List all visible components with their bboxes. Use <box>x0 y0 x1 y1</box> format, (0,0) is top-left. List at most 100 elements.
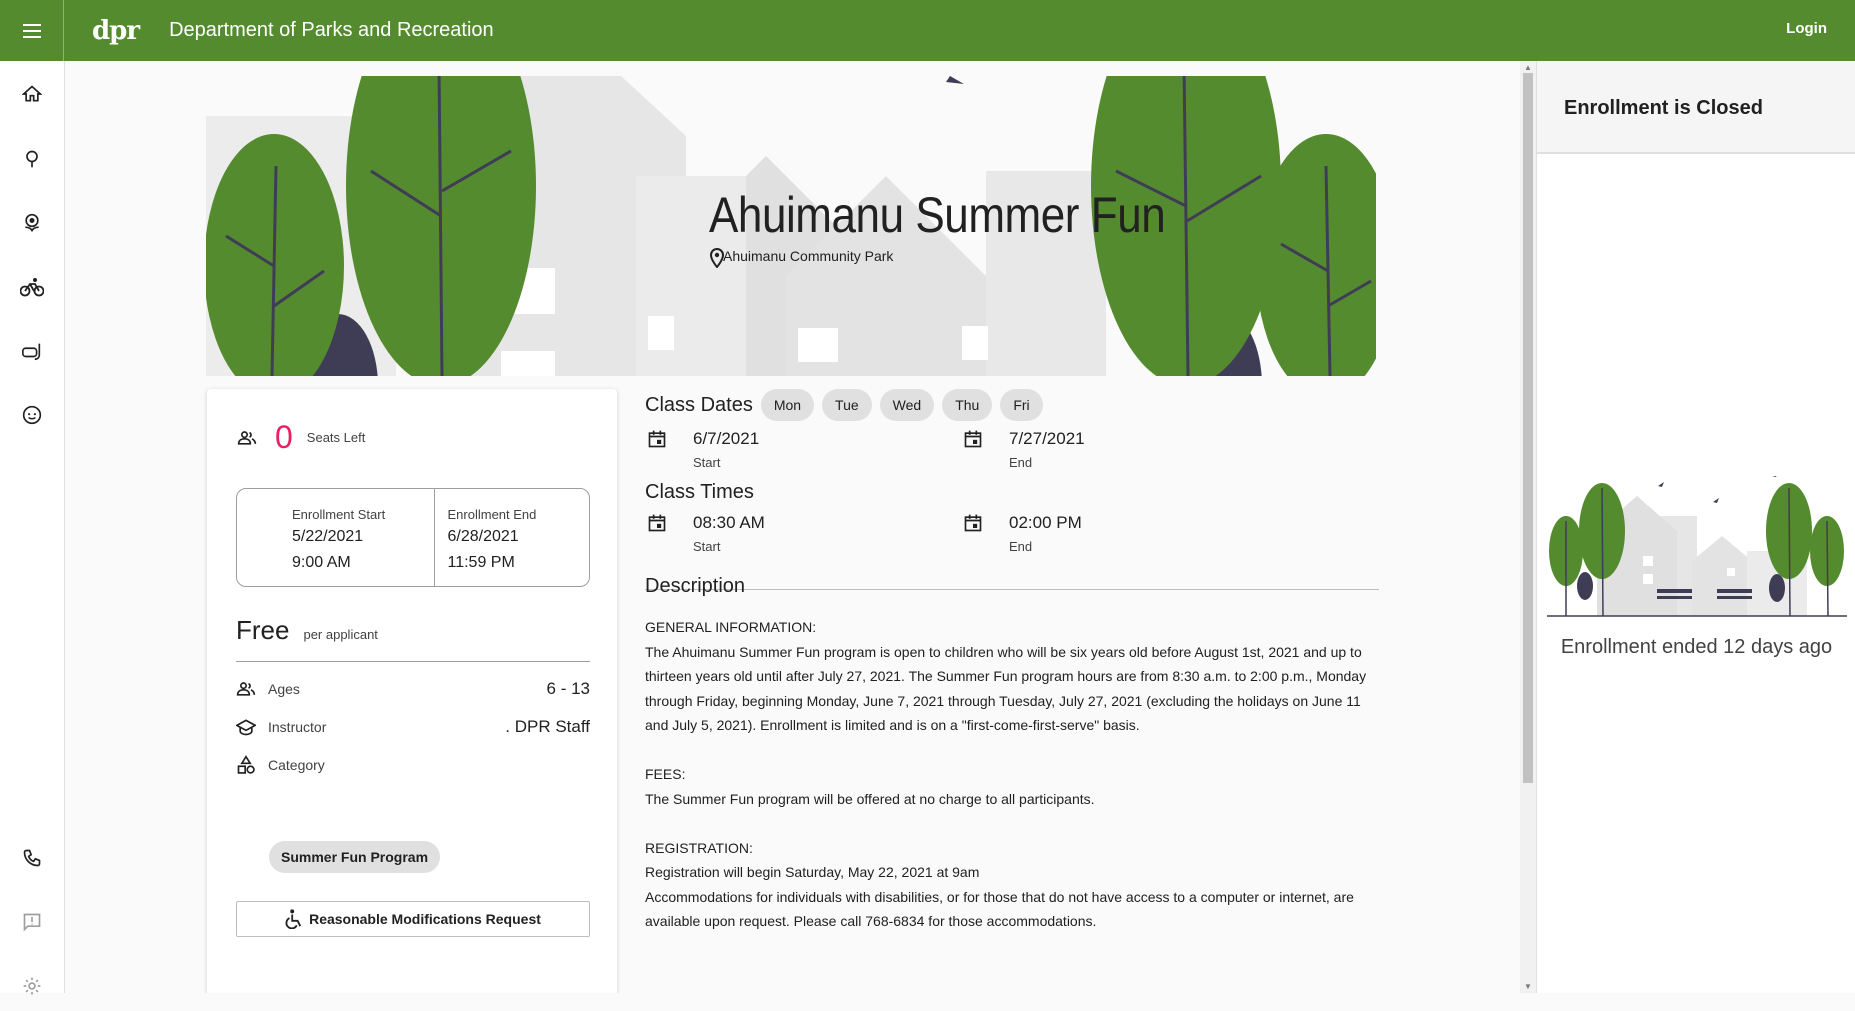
enrollment-ended-message: Enrollment ended 12 days ago <box>1560 636 1833 658</box>
start-date: 6/7/2021 Start <box>645 429 759 470</box>
day-chip-tue: Tue <box>822 389 872 421</box>
people-icon <box>236 682 256 696</box>
calendar-icon <box>964 514 982 532</box>
rail-cycling[interactable] <box>0 262 64 312</box>
top-app-bar: dpr Department of Parks and Recreation L… <box>0 0 1855 61</box>
rail-kids[interactable] <box>0 390 64 440</box>
rail-settings[interactable] <box>0 961 64 1011</box>
seats-label: Seats Left <box>306 430 366 445</box>
calendar-icon <box>964 430 982 448</box>
category-row: Category <box>236 755 590 775</box>
accessible-icon <box>285 909 302 929</box>
enrollment-panel: Enrollment is Closed Enrollment ended 12… <box>1536 61 1855 993</box>
description-title: Description <box>645 575 746 597</box>
tree-icon <box>26 150 38 168</box>
price-unit: per applicant <box>303 627 378 642</box>
enrollment-start-label: Enrollment Start <box>292 507 386 522</box>
end-date: 7/27/2021 End <box>961 429 1085 470</box>
enrollment-start-date: 5/22/2021 <box>292 528 364 545</box>
phone-icon <box>23 849 41 867</box>
rail-feedback[interactable] <box>0 897 64 947</box>
main-scrollbar[interactable]: ▲ ▼ <box>1520 61 1536 993</box>
end-date-value: 7/27/2021 <box>1009 429 1085 448</box>
end-date-label: End <box>1009 455 1033 470</box>
program-info-card: 0 Seats Left Enrollment Start 5/22/2021 … <box>207 389 617 993</box>
bike-icon <box>20 278 44 297</box>
scroll-down-arrow-icon[interactable]: ▼ <box>1524 982 1532 991</box>
seats-left: 0 Seats Left <box>237 419 365 456</box>
rail-contact[interactable] <box>0 833 64 883</box>
feedback-icon <box>23 913 41 932</box>
start-time-label: Start <box>693 539 721 554</box>
ages-value: 6 - 13 <box>546 679 590 698</box>
start-time: 08:30 AM Start <box>645 513 765 554</box>
class-times-title: Class Times <box>645 481 754 503</box>
location-pin-icon <box>709 248 725 268</box>
class-dates-title: Class Dates <box>645 393 753 416</box>
home-icon <box>22 85 42 102</box>
hero-banner: Ahuimanu Summer Fun Ahuimanu Community P… <box>206 76 1376 376</box>
program-title: Ahuimanu Summer Fun <box>709 187 1166 243</box>
description-line <box>645 811 1379 836</box>
price: Free per applicant <box>236 615 378 646</box>
instructor-label: Instructor <box>268 719 327 735</box>
menu-button[interactable] <box>0 0 64 61</box>
main-content: Ahuimanu Summer Fun Ahuimanu Community P… <box>65 61 1520 993</box>
category-icon <box>237 755 255 774</box>
enrollment-start-time: 9:00 AM <box>292 554 351 571</box>
end-time-value: 02:00 PM <box>1009 513 1082 532</box>
day-chip-mon: Mon <box>760 389 815 421</box>
end-time: 02:00 PM End <box>961 513 1082 554</box>
ages-row: Ages 6 - 13 <box>236 679 590 699</box>
ages-label: Ages <box>268 681 300 697</box>
calendar-icon <box>648 514 666 532</box>
location-text[interactable]: Ahuimanu Community Park <box>723 248 893 264</box>
rail-home[interactable] <box>0 69 64 119</box>
calendar-icon <box>648 430 666 448</box>
day-chip-fri: Fri <box>1000 389 1043 421</box>
enrollment-end-label: Enrollment End <box>447 507 537 522</box>
child-face-icon <box>22 405 42 425</box>
details-divider <box>645 589 1379 590</box>
start-date-label: Start <box>693 455 721 470</box>
description-body: GENERAL INFORMATION: The Ahuimanu Summer… <box>645 615 1379 934</box>
enrollment-end-date: 6/28/2021 <box>447 528 519 545</box>
program-location: Ahuimanu Community Park <box>709 248 893 268</box>
description-line: REGISTRATION: <box>645 839 753 856</box>
rail-parks[interactable] <box>0 134 64 184</box>
rail-gardens[interactable] <box>0 198 64 248</box>
scrollbar-thumb[interactable] <box>1523 73 1533 783</box>
price-value: Free <box>236 615 290 645</box>
description-line: The Ahuimanu Summer Fun program is open … <box>645 643 1370 734</box>
people-icon <box>237 430 257 445</box>
rail-aquatics[interactable] <box>0 326 64 376</box>
enrollment-end: Enrollment End 6/28/2021 11:59 PM <box>433 489 590 586</box>
enrollment-panel-header: Enrollment is Closed <box>1537 61 1855 154</box>
description-line: GENERAL INFORMATION: <box>645 619 817 635</box>
instructor-row: Instructor . DPR Staff <box>236 717 590 737</box>
login-button[interactable]: Login <box>1786 20 1827 37</box>
category-chip[interactable]: Summer Fun Program <box>269 841 441 873</box>
snorkel-icon <box>22 343 41 361</box>
modifications-request-button[interactable]: Reasonable Modifications Request <box>236 901 590 937</box>
description-line <box>645 738 1379 763</box>
enrollment-status-title: Enrollment is Closed <box>1564 97 1763 119</box>
enrollment-start: Enrollment Start 5/22/2021 9:00 AM <box>237 489 434 586</box>
category-label: Category <box>268 757 325 773</box>
dpr-logo[interactable]: dpr <box>92 16 140 46</box>
menu-icon <box>22 23 41 38</box>
scroll-up-arrow-icon[interactable]: ▲ <box>1524 63 1532 72</box>
enrollment-period: Enrollment Start 5/22/2021 9:00 AM Enrol… <box>236 488 590 587</box>
day-chip-wed: Wed <box>879 389 935 421</box>
day-chip-thu: Thu <box>942 389 993 421</box>
description-line: FEES: <box>645 766 686 782</box>
start-date-value: 6/7/2021 <box>693 429 760 448</box>
flower-icon <box>25 213 39 232</box>
description-line: Registration will begin Saturday, May 22… <box>645 864 980 880</box>
app-title: Department of Parks and Recreation <box>169 19 494 41</box>
school-icon <box>236 719 256 736</box>
park-illustration <box>1547 476 1847 617</box>
price-divider <box>236 661 590 662</box>
modifications-request-label: Reasonable Modifications Request <box>309 911 541 927</box>
seats-count: 0 <box>275 419 293 455</box>
